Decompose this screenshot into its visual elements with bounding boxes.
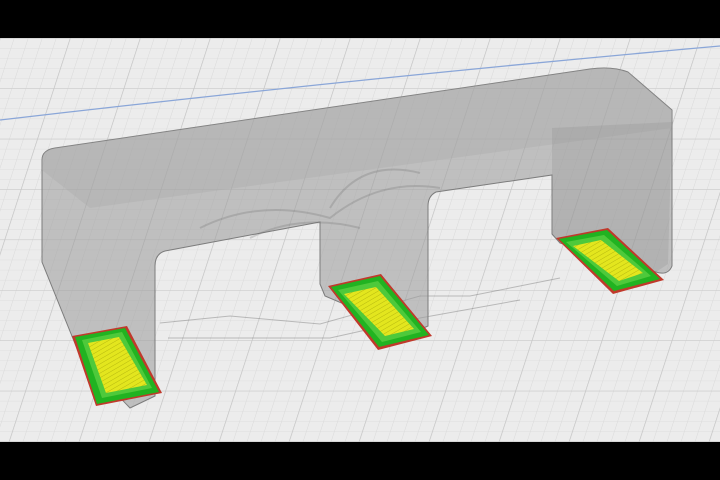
slicer-preview-frame (0, 0, 720, 480)
build-plate-scene[interactable] (0, 38, 720, 442)
letterbox-bottom (0, 442, 720, 480)
3d-viewport[interactable] (0, 38, 720, 442)
letterbox-top (0, 0, 720, 38)
